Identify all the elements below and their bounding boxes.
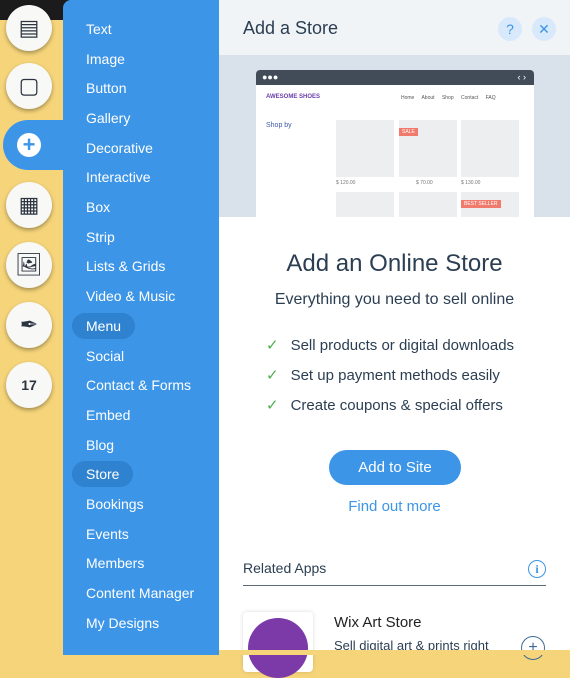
feature-item: ✓ Create coupons & special offers: [266, 397, 503, 414]
menu-item-content-manager[interactable]: Content Manager: [86, 580, 194, 606]
menu-item-strip[interactable]: Strip: [86, 224, 115, 250]
check-icon: ✓: [266, 337, 279, 354]
media-icon[interactable]: 🖼: [6, 242, 52, 288]
menu-item-blog[interactable]: Blog: [86, 432, 114, 458]
background-icon[interactable]: ▢: [6, 63, 52, 109]
menu-item-interactive[interactable]: Interactive: [86, 164, 151, 190]
preview-shop-by: Shop by: [266, 122, 292, 129]
info-icon[interactable]: i: [528, 560, 546, 578]
help-button[interactable]: ?: [498, 17, 522, 41]
feature-item: ✓ Sell products or digital downloads: [266, 337, 515, 354]
menu-item-text[interactable]: Text: [86, 16, 112, 42]
store-panel: Add a Store ? ✕ ●●● ‹ › AWESOME SHOES Hom…: [219, 0, 570, 678]
store-preview-image: ●●● ‹ › AWESOME SHOES Home About Shop Con…: [219, 55, 570, 217]
menu-item-image[interactable]: Image: [86, 46, 125, 72]
menu-item-button[interactable]: Button: [86, 75, 126, 101]
add-app-button[interactable]: +: [521, 636, 545, 660]
panel-title: Add a Store: [243, 17, 339, 38]
feature-item: ✓ Set up payment methods easily: [266, 367, 500, 384]
menu-item-lists-grids[interactable]: Lists & Grids: [86, 253, 165, 279]
menu-item-decorative[interactable]: Decorative: [86, 135, 153, 161]
menu-item-events[interactable]: Events: [86, 521, 129, 547]
find-out-more-link[interactable]: Find out more: [219, 498, 570, 515]
preview-brand: AWESOME SHOES: [266, 94, 321, 100]
menu-item-box[interactable]: Box: [86, 194, 110, 220]
bottom-strip: [219, 650, 570, 655]
menu-item-contact-forms[interactable]: Contact & Forms: [86, 372, 191, 398]
preview-nav: Home About Shop Contact FAQ: [401, 95, 496, 101]
store-subheading: Everything you need to sell online: [274, 291, 515, 308]
close-button[interactable]: ✕: [532, 17, 556, 41]
menu-item-social[interactable]: Social: [86, 343, 124, 369]
add-apps-icon[interactable]: ▦: [6, 182, 52, 228]
app-name[interactable]: Wix Art Store: [334, 614, 422, 631]
menu-item-my-designs[interactable]: My Designs: [86, 610, 159, 636]
store-heading: Add an Online Store: [286, 250, 503, 277]
menu-item-store[interactable]: Store: [72, 461, 134, 487]
menu-item-bookings[interactable]: Bookings: [86, 491, 144, 517]
check-icon: ✓: [266, 367, 279, 384]
related-apps-header: Related Apps i: [243, 560, 546, 586]
pages-icon[interactable]: ▤: [6, 5, 52, 51]
pen-icon[interactable]: ✒: [6, 302, 52, 348]
wix-art-store-icon[interactable]: [243, 612, 313, 678]
calendar-icon[interactable]: 17: [6, 362, 52, 408]
menu-item-embed[interactable]: Embed: [86, 402, 130, 428]
menu-item-gallery[interactable]: Gallery: [86, 105, 130, 131]
menu-item-members[interactable]: Members: [86, 550, 144, 576]
add-to-site-button[interactable]: Add to Site: [329, 450, 461, 485]
check-icon: ✓: [266, 397, 279, 414]
menu-item-video-music[interactable]: Video & Music: [86, 283, 175, 309]
add-menu: Text Image Button Gallery Decorative Int…: [63, 0, 219, 655]
plus-icon: +: [17, 133, 41, 157]
menu-item-menu[interactable]: Menu: [72, 313, 136, 339]
